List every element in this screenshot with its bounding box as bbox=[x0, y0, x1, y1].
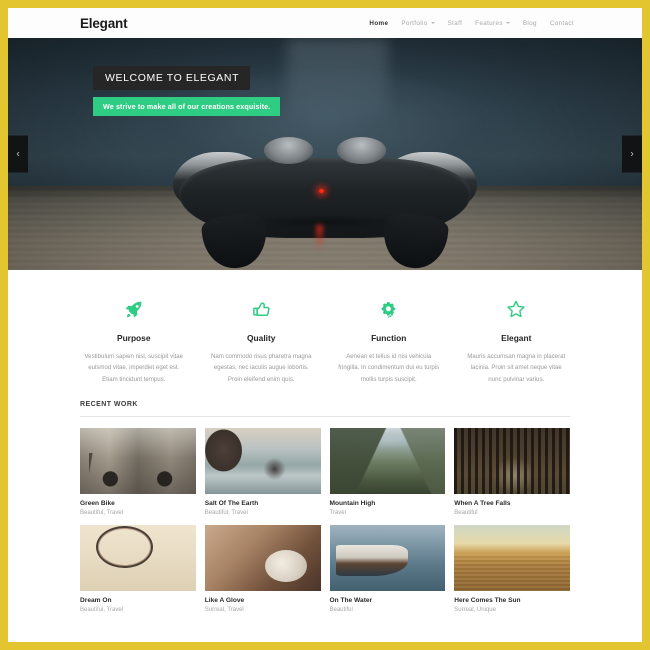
work-thumbnail[interactable] bbox=[454, 427, 570, 494]
work-thumbnail[interactable] bbox=[204, 427, 321, 494]
work-item[interactable]: On The Water Beautiful bbox=[329, 524, 446, 613]
work-item-title: Here Comes The Sun bbox=[454, 596, 521, 604]
work-item[interactable]: Like A Glove Surreal, Travel bbox=[204, 524, 321, 613]
work-item[interactable]: When A Tree Falls Beautiful bbox=[454, 427, 570, 516]
work-item-tags: Beautiful bbox=[454, 509, 478, 516]
work-item-tags: Beautiful, Travel bbox=[80, 606, 124, 613]
feature-description: Aenean et tellus id nisi vehicula fringi… bbox=[338, 353, 440, 383]
work-thumbnail[interactable] bbox=[80, 427, 196, 494]
work-thumbnail[interactable] bbox=[204, 524, 321, 591]
slider-next-arrow-icon[interactable]: › bbox=[622, 135, 642, 173]
recent-work-grid: Green Bike Beautiful, Travel Salt Of The E… bbox=[80, 427, 570, 613]
nav-item-label: Features bbox=[475, 19, 503, 27]
main-navigation: Home Portfolio Staff Features Blog Contact bbox=[369, 20, 574, 27]
work-thumbnail[interactable] bbox=[329, 524, 446, 591]
star-icon bbox=[464, 294, 570, 324]
nav-item-blog[interactable]: Blog bbox=[523, 20, 537, 27]
nav-item-staff[interactable]: Staff bbox=[448, 20, 463, 27]
work-item-title: Like A Glove bbox=[204, 596, 245, 604]
hero-title: WELCOME TO ELEGANT bbox=[93, 66, 251, 90]
work-item-title: Salt Of The Earth bbox=[204, 499, 259, 507]
site-header: Elegant Home Portfolio Staff Features Blog Co… bbox=[8, 8, 642, 38]
slider-prev-arrow-icon[interactable]: ‹ bbox=[8, 135, 28, 173]
feature-title: Function bbox=[371, 333, 407, 343]
feature-description: Nam commodo risus pharetra magna egestas… bbox=[210, 353, 312, 383]
work-item[interactable]: Salt Of The Earth Beautiful, Travel bbox=[204, 427, 321, 516]
rocket-icon bbox=[81, 294, 187, 324]
nav-item-contact[interactable]: Contact bbox=[550, 20, 574, 27]
nav-item-features[interactable]: Features bbox=[475, 20, 510, 27]
feature-title: Quality bbox=[247, 333, 276, 343]
feature-description: Vestibulum sapien nisl, suscipit vitae e… bbox=[84, 353, 184, 383]
page-root: Elegant Home Portfolio Staff Features Blog Co… bbox=[8, 8, 642, 642]
work-item-tags: Surreal, Travel bbox=[204, 606, 244, 613]
work-item-tags: Beautiful, Travel bbox=[204, 509, 248, 516]
feature-quality: Quality Nam commodo risus pharetra magna … bbox=[198, 294, 326, 385]
nav-item-label: Blog bbox=[522, 19, 537, 27]
work-thumbnail[interactable] bbox=[454, 524, 570, 591]
thumbs-up-icon bbox=[209, 294, 315, 324]
work-item-tags: Beautiful, Travel bbox=[80, 509, 124, 516]
nav-item-label: Portfolio bbox=[401, 19, 428, 27]
hero-subtitle: We strive to make all of our creations e… bbox=[93, 97, 281, 116]
nav-item-label: Home bbox=[369, 19, 389, 27]
work-thumbnail[interactable] bbox=[329, 427, 446, 494]
work-item-title: Dream On bbox=[80, 596, 112, 604]
work-item-title: On The Water bbox=[329, 596, 373, 604]
work-item-title: When A Tree Falls bbox=[454, 499, 511, 507]
nav-item-label: Contact bbox=[549, 19, 574, 27]
feature-elegant: Elegant Mauris accumsan magna in placerat… bbox=[453, 294, 581, 385]
feature-description: Mauris accumsan magna in placerat lacini… bbox=[467, 353, 566, 383]
feature-title: Purpose bbox=[116, 333, 151, 343]
work-item-tags: Travel bbox=[329, 509, 346, 516]
work-item[interactable]: Here Comes The Sun Surreal, Unique bbox=[454, 524, 570, 613]
work-item-title: Green Bike bbox=[80, 499, 115, 507]
work-item[interactable]: Mountain High Travel bbox=[329, 427, 446, 516]
work-thumbnail[interactable] bbox=[80, 524, 196, 591]
feature-title: Elegant bbox=[501, 333, 532, 343]
work-item-tags: Beautiful bbox=[329, 606, 353, 613]
work-item-tags: Surreal, Unique bbox=[454, 606, 496, 613]
work-item[interactable]: Green Bike Beautiful, Travel bbox=[80, 427, 196, 516]
chevron-down-icon bbox=[430, 22, 435, 24]
site-logo[interactable]: Elegant bbox=[80, 16, 128, 31]
hero-caption: WELCOME TO ELEGANT We strive to make all… bbox=[93, 66, 281, 116]
work-item[interactable]: Dream On Beautiful, Travel bbox=[80, 524, 196, 613]
work-item-title: Mountain High bbox=[329, 499, 376, 507]
recent-work-section: RECENT WORK Green Bike Beautiful, Travel S… bbox=[8, 399, 642, 613]
feature-purpose: Purpose Vestibulum sapien nisl, suscipit … bbox=[70, 294, 198, 385]
nav-item-portfolio[interactable]: Portfolio bbox=[401, 19, 435, 27]
chevron-down-icon bbox=[505, 22, 510, 24]
features-section: Purpose Vestibulum sapien nisl, suscipit … bbox=[8, 270, 642, 399]
nav-item-home[interactable]: Home bbox=[369, 20, 388, 27]
nav-item-label: Staff bbox=[447, 19, 463, 27]
hero-slider: WELCOME TO ELEGANT We strive to make all… bbox=[8, 38, 642, 270]
feature-function: Function Aenean et tellus id nisi vehicul… bbox=[325, 294, 453, 385]
recent-work-heading: RECENT WORK bbox=[80, 401, 570, 417]
gears-icon bbox=[336, 294, 442, 324]
